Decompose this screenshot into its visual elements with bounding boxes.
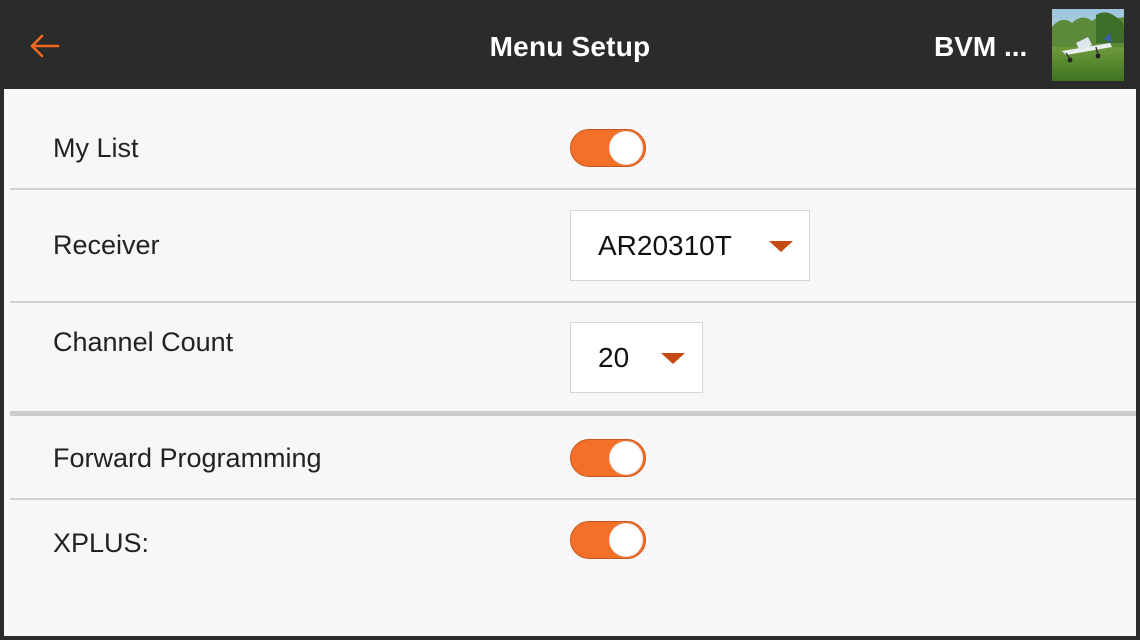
- divider: [10, 188, 1136, 190]
- channel-count-value: 20: [598, 341, 630, 373]
- section-divider: [10, 411, 1136, 416]
- toggle-knob: [609, 441, 643, 475]
- model-image[interactable]: [1052, 9, 1124, 81]
- receiver-dropdown[interactable]: AR20310T: [570, 210, 810, 281]
- screen: Menu Setup BVM ... My List Receiver AR20…: [4, 4, 1136, 636]
- channel-count-dropdown[interactable]: 20: [570, 322, 703, 393]
- receiver-label: Receiver: [53, 230, 160, 260]
- toggle-knob: [609, 523, 643, 557]
- caret-down-icon: [769, 241, 793, 252]
- channel-count-label: Channel Count: [53, 327, 234, 357]
- forward-programming-toggle[interactable]: [570, 439, 646, 477]
- divider: [10, 498, 1136, 500]
- forward-programming-label: Forward Programming: [53, 443, 322, 473]
- my-list-toggle[interactable]: [570, 129, 646, 167]
- divider: [10, 301, 1136, 303]
- xplus-label: XPLUS:: [53, 528, 150, 558]
- model-name[interactable]: BVM ...: [934, 4, 1027, 89]
- toggle-knob: [609, 131, 643, 165]
- receiver-value: AR20310T: [598, 229, 732, 261]
- my-list-label: My List: [53, 133, 139, 163]
- xplus-toggle[interactable]: [570, 521, 646, 559]
- top-bar: Menu Setup BVM ...: [4, 4, 1136, 89]
- caret-down-icon: [661, 353, 685, 364]
